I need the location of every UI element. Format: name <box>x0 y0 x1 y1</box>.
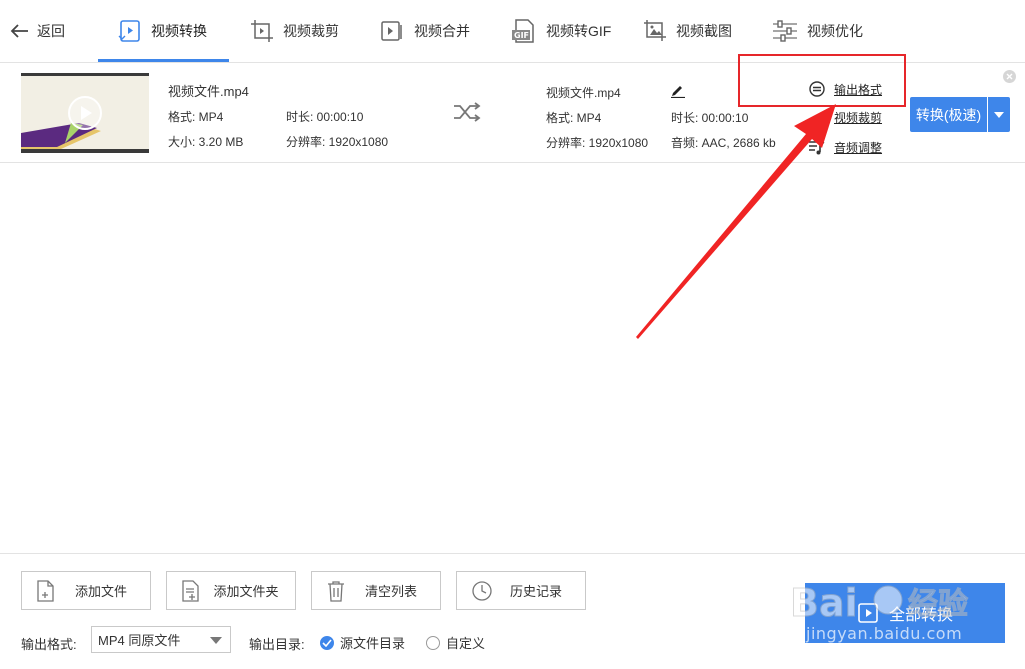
output-resolution: 分辨率: 1920x1080 <box>546 136 649 150</box>
clear-list-button[interactable]: 清空列表 <box>311 571 441 610</box>
sliders-icon <box>773 20 797 42</box>
chevron-down-icon <box>210 637 222 644</box>
back-label: 返回 <box>37 23 65 39</box>
gif-icon: GIF <box>512 19 534 43</box>
video-crop-link[interactable]: 视频裁剪 <box>834 109 882 126</box>
output-duration: 时长: 00:00:10 <box>671 111 749 125</box>
arrow-left-icon <box>10 24 28 38</box>
radio-custom-directory[interactable]: 自定义 <box>426 633 485 652</box>
bottom-toolbar: 添加文件 添加文件夹 清空列表 历史记录 输出格式: MP4 同原文件 输出目录… <box>0 553 1025 669</box>
tab-video-screenshot[interactable]: 视频截图 <box>643 14 732 48</box>
active-tab-indicator <box>98 59 229 62</box>
tab-video-crop[interactable]: 视频裁剪 <box>250 14 339 48</box>
add-file-button[interactable]: 添加文件 <box>21 571 151 610</box>
audio-adjust-link[interactable]: 音频调整 <box>834 139 882 156</box>
output-format: 格式: MP4 <box>546 111 602 125</box>
radio-source-label: 源文件目录 <box>340 636 406 651</box>
checkmark-icon <box>322 638 332 647</box>
pencil-icon[interactable] <box>670 82 686 98</box>
music-note-icon <box>809 140 825 155</box>
video-crop-icon <box>251 20 273 42</box>
tab-label: 视频截图 <box>676 23 732 39</box>
clear-list-label: 清空列表 <box>364 584 417 599</box>
tab-label: 视频合并 <box>414 23 470 39</box>
remove-file-button[interactable] <box>1003 70 1016 83</box>
source-duration: 时长: 00:00:10 <box>286 110 364 124</box>
tab-label: 视频优化 <box>807 23 863 39</box>
output-file-name: 视频文件.mp4 <box>546 86 621 100</box>
video-convert-icon <box>118 20 140 42</box>
tab-video-optimize[interactable]: 视频优化 <box>772 14 863 48</box>
output-format-select[interactable]: MP4 同原文件 <box>91 626 231 653</box>
radio-custom-label: 自定义 <box>446 636 486 651</box>
caret-down-icon <box>994 111 1004 118</box>
radio-checked-icon <box>320 635 334 650</box>
source-resolution: 分辨率: 1920x1080 <box>286 135 389 149</box>
close-icon <box>1006 73 1013 80</box>
history-button[interactable]: 历史记录 <box>456 571 586 610</box>
audio-adjust-option[interactable]: 音频调整 <box>808 138 882 156</box>
add-folder-button[interactable]: 添加文件夹 <box>166 571 296 610</box>
add-file-label: 添加文件 <box>74 584 127 599</box>
history-label: 历史记录 <box>509 584 562 599</box>
source-format: 格式: MP4 <box>168 110 224 124</box>
play-icon[interactable] <box>66 94 104 132</box>
convert-all-button[interactable]: 全部转换 <box>805 583 1005 643</box>
video-merge-icon <box>381 21 402 41</box>
output-format-value: MP4 同原文件 <box>98 633 181 648</box>
convert-dropdown-button[interactable] <box>988 97 1010 132</box>
tab-label: 视频转换 <box>151 23 207 39</box>
video-crop-option[interactable]: 视频裁剪 <box>808 108 882 126</box>
annotation-highlight-box <box>738 54 906 107</box>
convert-fast-button[interactable]: 转换(极速) <box>910 97 987 132</box>
image-icon <box>644 20 666 41</box>
shuffle-icon <box>454 102 481 122</box>
tab-video-convert[interactable]: 视频转换 <box>118 14 207 48</box>
source-file-name: 视频文件.mp4 <box>168 84 249 99</box>
tab-video-to-gif[interactable]: GIF 视频转GIF <box>511 14 611 48</box>
crop-icon <box>816 118 823 125</box>
radio-source-directory[interactable]: 源文件目录 <box>320 633 405 652</box>
svg-text:GIF: GIF <box>514 31 529 40</box>
output-format-label: 输出格式: <box>21 637 77 652</box>
tab-label: 视频转GIF <box>546 23 612 39</box>
tab-video-merge[interactable]: 视频合并 <box>381 14 470 48</box>
video-thumbnail[interactable] <box>21 73 149 153</box>
output-audio: 音频: AAC, 2686 kb <box>671 136 776 150</box>
convert-all-icon <box>858 603 878 623</box>
back-button[interactable]: 返回 <box>10 20 65 42</box>
add-folder-label: 添加文件夹 <box>213 584 279 599</box>
tab-label: 视频裁剪 <box>283 23 339 39</box>
convert-all-label: 全部转换 <box>888 607 953 624</box>
source-size: 大小: 3.20 MB <box>168 135 244 149</box>
thumbnail-bottom-bar <box>21 149 149 153</box>
radio-unchecked-icon <box>426 635 440 650</box>
output-directory-label: 输出目录: <box>249 637 305 652</box>
